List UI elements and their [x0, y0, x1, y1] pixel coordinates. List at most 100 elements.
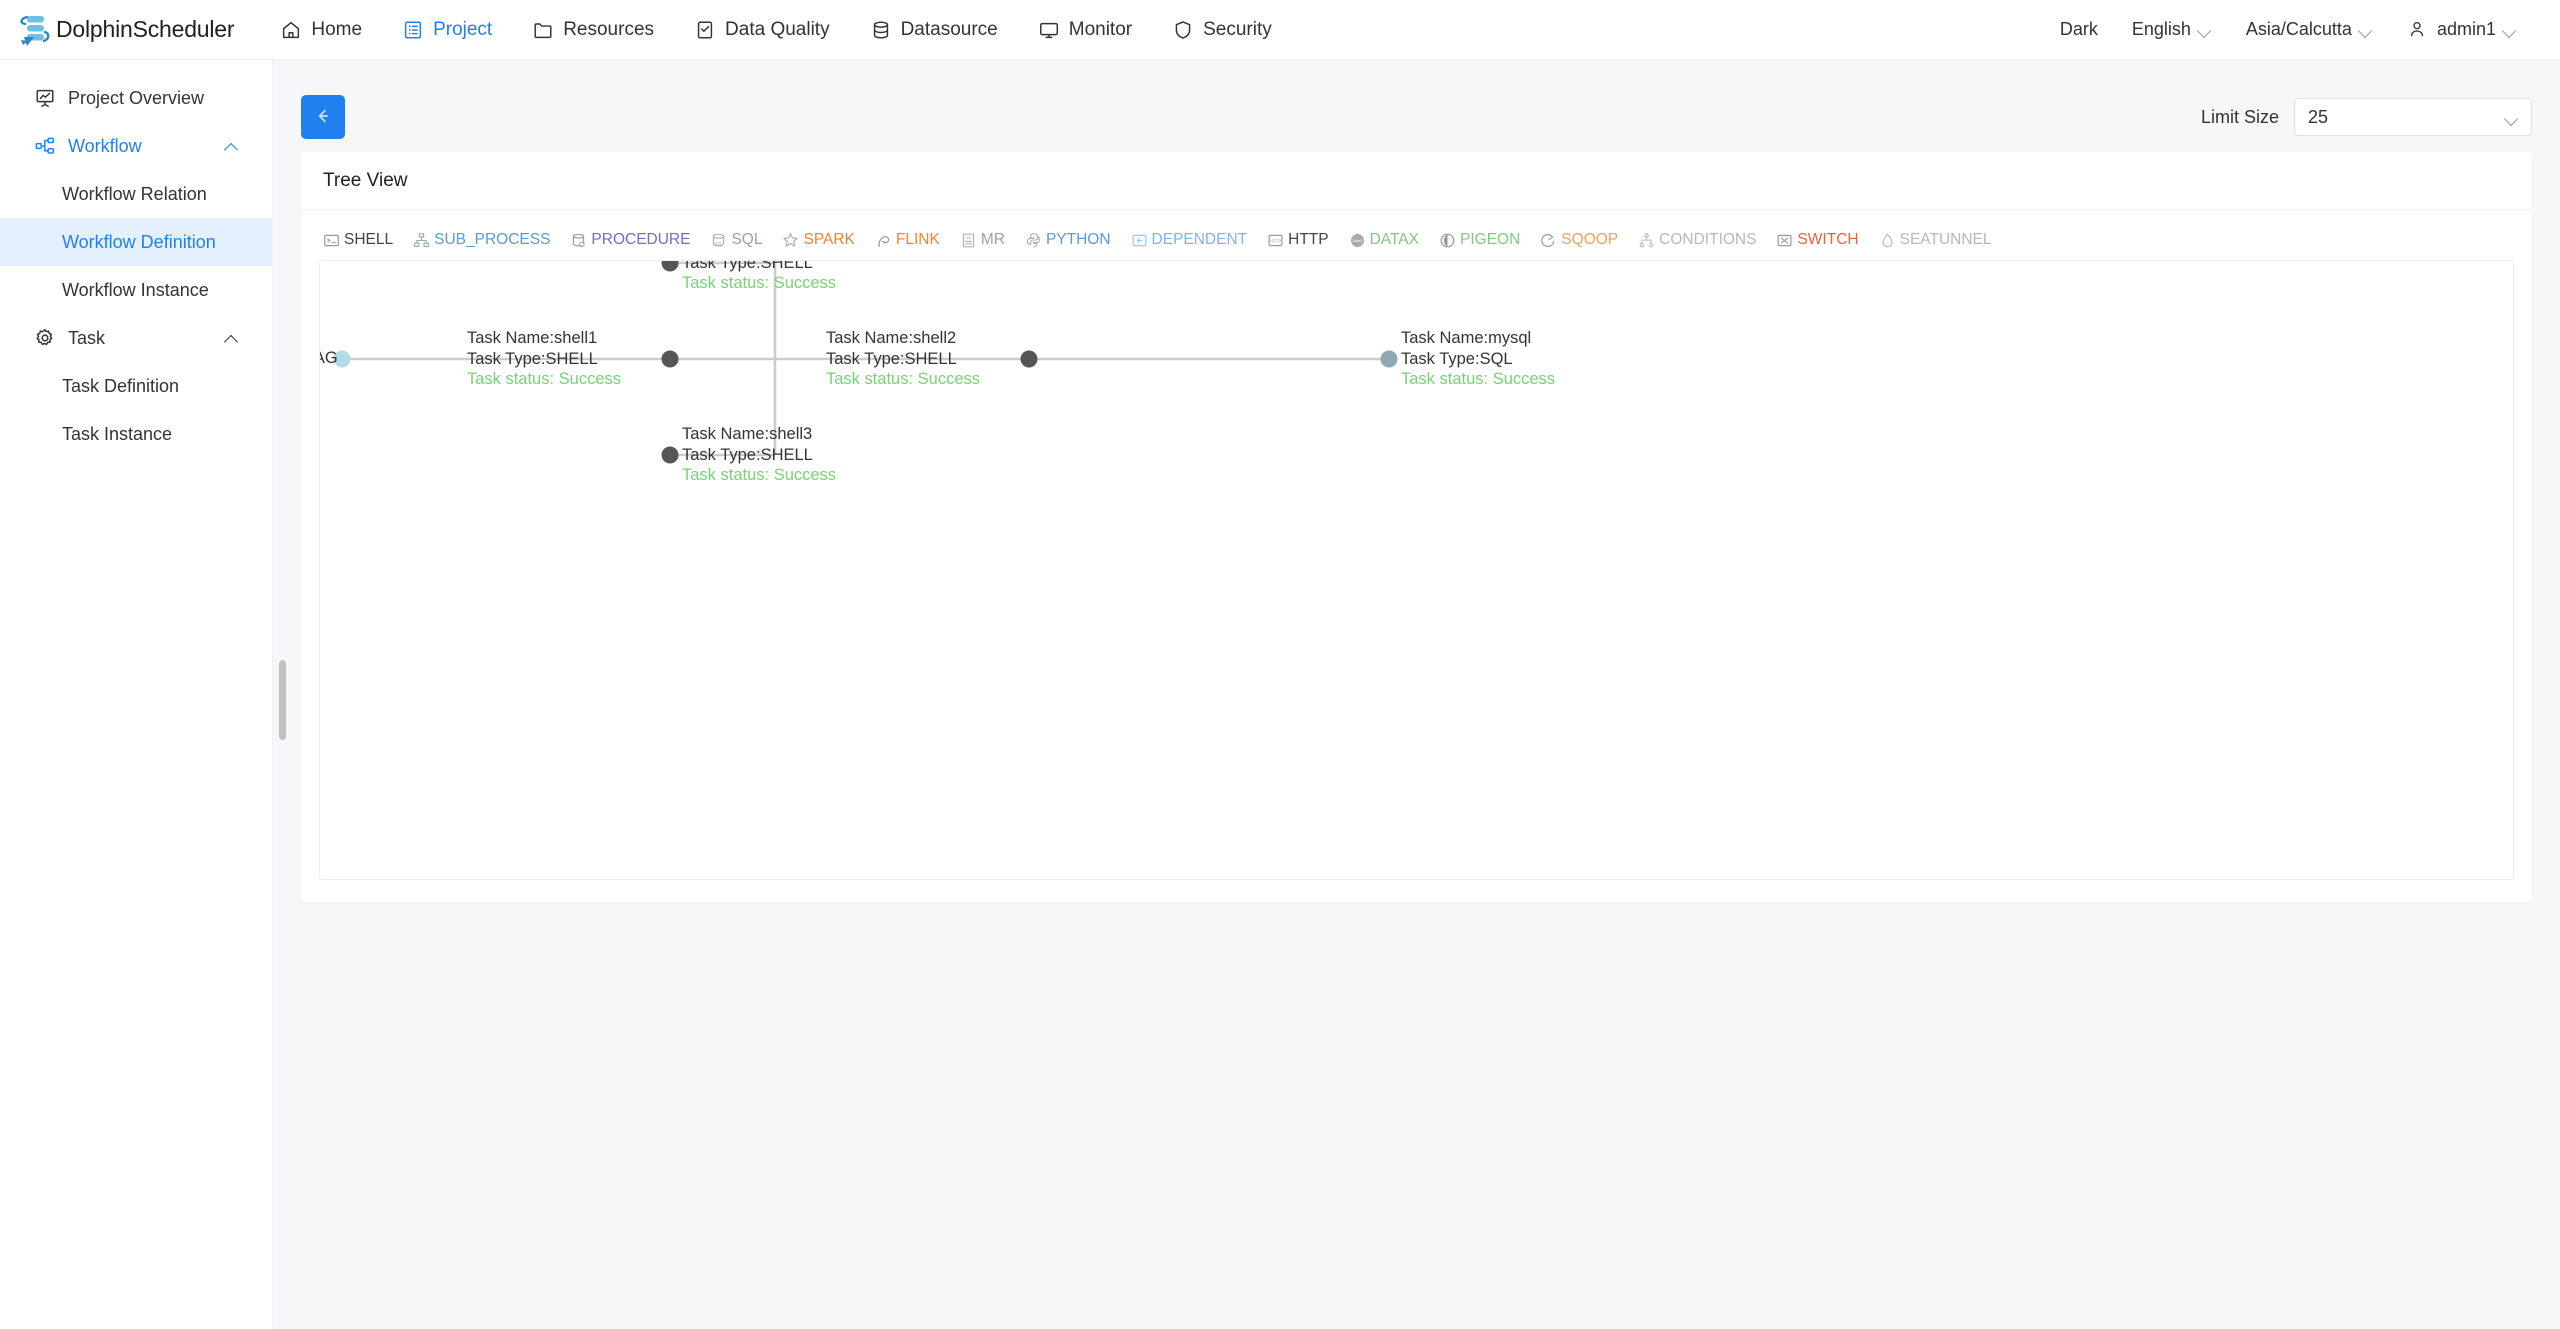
nav-item-datasource[interactable]: Datasource — [850, 0, 1018, 60]
legend-item-label: SWITCH — [1797, 231, 1859, 248]
legend-item-conditions[interactable]: CONDITIONS — [1638, 231, 1756, 249]
sidebar-item-label: Workflow Definition — [62, 231, 216, 252]
chevron-down-icon — [2199, 26, 2212, 34]
tree-node-label-create-new-task: Task Name:create new taskTask Type:SHELL… — [682, 261, 885, 294]
language-selector[interactable]: English — [2115, 0, 2229, 60]
mr-icon: MR — [960, 232, 977, 249]
nav-item-project[interactable]: Project — [382, 0, 512, 60]
tree-node-label-mysql: Task Name:mysql Task Type:SQL Task status:… — [1401, 328, 1555, 390]
shield-icon — [1172, 19, 1194, 41]
legend-item-mr[interactable]: MR MR — [960, 231, 1005, 249]
sidebar-item-task[interactable]: Task — [0, 314, 272, 362]
sqoop-icon — [1540, 232, 1557, 249]
legend-item-label: DEPENDENT — [1151, 231, 1248, 248]
subprocess-icon — [413, 232, 430, 249]
sidebar-item-task-definition[interactable]: Task Definition — [0, 362, 272, 410]
nav-item-resources-label: Resources — [563, 18, 655, 40]
python-icon — [1025, 232, 1042, 249]
nav-item-home-label: Home — [311, 18, 363, 40]
legend-item-label: MR — [980, 231, 1005, 248]
tree-node-mysql[interactable] — [1380, 350, 1398, 368]
legend-item-label: PYTHON — [1045, 231, 1111, 248]
brand-name: DolphinScheduler — [56, 16, 235, 42]
sidebar-item-workflow-instance[interactable]: Workflow Instance — [0, 266, 272, 314]
limit-size-label: Limit Size — [2200, 106, 2279, 127]
legend-item-label: SHELL — [344, 231, 394, 248]
task-status-line: Task status: Success — [682, 274, 837, 292]
legend-item-sub-process[interactable]: SUB_PROCESS — [413, 231, 550, 249]
user-menu[interactable]: admin1 — [2390, 0, 2534, 60]
legend-item-switch[interactable]: SWITCH — [1776, 231, 1859, 249]
http-icon: HTTP — [1267, 232, 1284, 249]
legend-item-label: FLINK — [895, 231, 940, 248]
chevron-down-icon — [2504, 26, 2517, 34]
dependent-icon — [1131, 232, 1148, 249]
nav-item-home[interactable]: Home — [260, 0, 382, 60]
user-icon — [2407, 19, 2429, 41]
sidebar-item-label: Workflow — [68, 135, 142, 156]
chevron-up-icon[interactable] — [225, 141, 238, 154]
seatunnel-icon — [1879, 232, 1896, 249]
nav-item-data-quality[interactable]: Data Quality — [674, 0, 850, 60]
nav-item-project-label: Project — [433, 18, 493, 40]
workflow-icon — [34, 135, 56, 157]
data-quality-icon — [694, 19, 716, 41]
legend-item-seatunnel[interactable]: SEATUNNEL — [1879, 231, 1991, 249]
arrow-left-icon — [313, 106, 333, 129]
legend-item-python[interactable]: PYTHON — [1025, 231, 1111, 249]
sidebar-scrollbar-thumb[interactable] — [279, 660, 286, 740]
tree-node-shell1[interactable] — [661, 350, 679, 368]
brand[interactable]: DolphinScheduler — [14, 0, 235, 60]
sidebar-item-workflow-relation[interactable]: Workflow Relation — [0, 170, 272, 218]
content-toolbar: Limit Size 25 — [301, 86, 2532, 148]
legend-item-shell[interactable]: SHELL — [323, 231, 393, 249]
task-status-line: Task status: Success — [466, 370, 621, 388]
legend-item-spark[interactable]: SPARK — [782, 231, 855, 249]
tree-node-shell3[interactable] — [661, 446, 679, 464]
sidebar-item-workflow-definition[interactable]: Workflow Definition — [0, 218, 272, 266]
svg-text:DataX: DataX — [1352, 238, 1363, 242]
legend-item-label: SUB_PROCESS — [434, 231, 551, 248]
nav-item-resources[interactable]: Resources — [512, 0, 674, 60]
legend-item-flink[interactable]: FLINK — [875, 231, 940, 249]
nav-item-monitor[interactable]: Monitor — [1018, 0, 1152, 60]
language-selector-label: English — [2131, 19, 2191, 39]
chevron-up-icon[interactable] — [225, 333, 238, 346]
task-name-line: Task Name:mysql — [1401, 329, 1532, 347]
top-navigation-bar: DolphinScheduler Home Project Resources … — [0, 0, 2560, 60]
nav-item-security[interactable]: Security — [1152, 0, 1292, 60]
theme-toggle[interactable]: Dark — [2043, 0, 2115, 60]
chevron-down-icon — [2360, 26, 2373, 34]
switch-icon — [1776, 232, 1793, 249]
tree-node-shell2[interactable] — [1020, 350, 1038, 368]
sidebar-item-project-overview[interactable]: Project Overview — [0, 74, 272, 122]
sidebar-item-label: Task Definition — [62, 375, 180, 396]
legend-item-sql[interactable]: SQL SQL — [710, 231, 762, 249]
legend-item-sqoop[interactable]: SQOOP — [1540, 231, 1618, 249]
sidebar-item-workflow[interactable]: Workflow — [0, 122, 272, 170]
dag-root-label: DAG — [320, 349, 338, 367]
legend-item-datax[interactable]: DataX DATAX — [1349, 231, 1419, 249]
nav-item-data-quality-label: Data Quality — [725, 18, 830, 40]
task-type-legend: SHELL SUB_PROCESS PROCEDURE SQL SQL SPARK FLIN… — [319, 226, 2514, 260]
limit-size-select[interactable]: 25 — [2294, 98, 2532, 136]
tree-node-create-new-task[interactable] — [661, 261, 679, 272]
back-button[interactable] — [301, 95, 345, 139]
top-right-controls: Dark English Asia/Calcutta admin1 — [2043, 0, 2560, 60]
tree-view-card: Tree View SHELL SUB_PROCESS PROCEDURE SQL SQ… — [301, 152, 2532, 902]
project-icon — [402, 19, 424, 41]
legend-item-label: PROCEDURE — [591, 231, 691, 248]
timezone-selector-label: Asia/Calcutta — [2245, 19, 2352, 39]
timezone-selector[interactable]: Asia/Calcutta — [2229, 0, 2390, 60]
sidebar-item-task-instance[interactable]: Task Instance — [0, 410, 272, 458]
legend-item-label: SPARK — [803, 231, 855, 248]
legend-item-dependent[interactable]: DEPENDENT — [1131, 231, 1248, 249]
legend-item-procedure[interactable]: PROCEDURE — [570, 231, 690, 249]
flink-icon — [875, 232, 892, 249]
legend-item-pigeon[interactable]: PIGEON — [1439, 231, 1520, 249]
monitor-icon — [1038, 19, 1060, 41]
tree-canvas[interactable]: DAG Task Name:create new taskTask Type:SH… — [319, 260, 2514, 880]
spark-icon — [782, 232, 799, 249]
legend-item-http[interactable]: HTTP HTTP — [1267, 231, 1329, 249]
sidebar-item-label: Project Overview — [68, 87, 205, 108]
